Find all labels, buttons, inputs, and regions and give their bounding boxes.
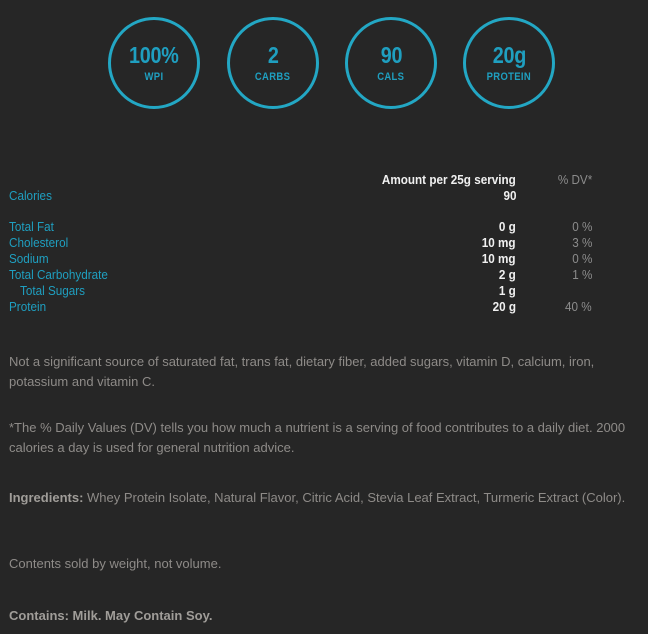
highlight-label: CALS bbox=[377, 70, 405, 83]
nutrient-label: Calories bbox=[9, 188, 52, 203]
highlight-label: PROTEIN bbox=[486, 70, 532, 83]
highlight-value: 100% bbox=[129, 41, 179, 68]
table-row-protein: Protein 20 g 40 % bbox=[0, 299, 648, 315]
table-row-cholesterol: Cholesterol 10 mg 3 % bbox=[0, 235, 648, 251]
nutrient-label: Cholesterol bbox=[9, 235, 69, 250]
table-row-total-carbohydrate: Total Carbohydrate 2 g 1 % bbox=[0, 267, 648, 283]
highlight-value: 2 bbox=[267, 41, 279, 68]
nutrient-amount: 10 mg bbox=[482, 235, 516, 250]
nutrition-facts-table: Amount per 25g serving % DV* Calories 90… bbox=[0, 172, 648, 315]
contents-note: Contents sold by weight, not volume. bbox=[9, 556, 222, 571]
nutrient-label: Total Fat bbox=[9, 219, 54, 234]
table-header-row: Amount per 25g serving % DV* bbox=[0, 172, 648, 188]
nutrient-dv: 3 % bbox=[571, 235, 592, 250]
nutrient-amount: 1 g bbox=[499, 283, 516, 298]
nutrient-label: Total Carbohydrate bbox=[9, 267, 108, 282]
table-row-total-sugars: Total Sugars 1 g bbox=[0, 283, 648, 299]
nutrient-dv: 0 % bbox=[571, 251, 592, 266]
nutrient-label: Protein bbox=[9, 299, 47, 314]
table-row-total-fat: Total Fat 0 g 0 % bbox=[0, 219, 648, 235]
nutrient-dv: 1 % bbox=[571, 267, 592, 282]
nutrient-amount: 0 g bbox=[499, 219, 516, 234]
nutrient-dv: 0 % bbox=[571, 219, 592, 234]
highlight-circle-carbs: 2 CARBS bbox=[227, 17, 319, 109]
highlight-value: 20g bbox=[492, 41, 526, 68]
table-row-sodium: Sodium 10 mg 0 % bbox=[0, 251, 648, 267]
highlight-circle-cals: 90 CALS bbox=[345, 17, 437, 109]
nutrient-label: Total Sugars bbox=[20, 283, 86, 298]
ingredients-label: Ingredients: bbox=[9, 490, 84, 505]
header-percent-dv: % DV* bbox=[557, 172, 592, 187]
nutrient-dv: 40 % bbox=[565, 299, 592, 314]
nutrient-amount: 90 bbox=[502, 188, 516, 203]
nutrient-amount: 2 g bbox=[499, 267, 516, 282]
nutrition-highlights: 100% WPI 2 CARBS 90 CALS 20g PROTEIN bbox=[0, 0, 648, 132]
nutrient-amount: 20 g bbox=[492, 299, 516, 314]
daily-value-footnote: *The % Daily Values (DV) tells you how m… bbox=[9, 420, 626, 455]
not-significant-source-note: Not a significant source of saturated fa… bbox=[9, 354, 595, 389]
ingredients-list: Whey Protein Isolate, Natural Flavor, Ci… bbox=[83, 490, 626, 505]
allergen-statement: Contains: Milk. May Contain Soy. bbox=[9, 608, 213, 623]
highlight-label: WPI bbox=[144, 70, 164, 83]
ingredients-statement: Ingredients: Whey Protein Isolate, Natur… bbox=[9, 488, 639, 508]
highlight-circle-wpi: 100% WPI bbox=[108, 17, 200, 109]
highlight-value: 90 bbox=[380, 41, 402, 68]
nutrient-label: Sodium bbox=[9, 251, 49, 266]
header-amount-per-serving: Amount per 25g serving bbox=[382, 172, 516, 187]
table-row-calories: Calories 90 bbox=[0, 188, 648, 204]
highlight-circle-protein: 20g PROTEIN bbox=[463, 17, 555, 109]
nutrient-amount: 10 mg bbox=[482, 251, 516, 266]
highlight-label: CARBS bbox=[255, 70, 291, 83]
